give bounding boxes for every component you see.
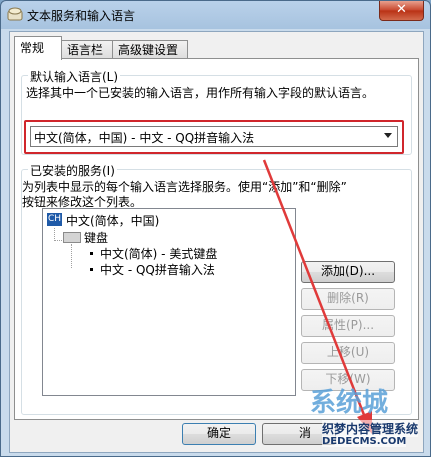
watermark-url: DEDECMS.COM [322, 436, 407, 447]
language-badge-icon: CH [47, 213, 62, 226]
title-bar[interactable]: 文本服务和输入语言 ✕ [1, 1, 430, 29]
properties-button[interactable]: 属性(P)... [301, 315, 395, 337]
watermark-logo: 系统城 [310, 388, 389, 418]
keyboard-app-icon [7, 7, 23, 21]
watermark-text: 织梦内容管理系统 [322, 420, 419, 437]
tree-item-service[interactable]: 中文 - QQ拼音输入法 [100, 261, 215, 278]
default-language-selected-value: 中文(简体，中国) - 中文 - QQ拼音输入法 [34, 131, 255, 145]
window-title: 文本服务和输入语言 [27, 9, 136, 23]
default-language-select[interactable]: 中文(简体，中国) - 中文 - QQ拼音输入法 [30, 126, 398, 147]
tab-language-bar[interactable]: 语言栏 [61, 40, 113, 59]
tree-item-service[interactable]: 中文(简体) - 美式键盘 [100, 245, 217, 262]
ok-button[interactable]: 确定 [182, 423, 256, 445]
installed-services-description-line1: 为列表中显示的每个输入语言选择服务。使用“添加”和“删除” [22, 180, 347, 194]
bullet-icon [90, 252, 93, 255]
tree-item-language[interactable]: 中文(简体，中国) [66, 212, 159, 229]
default-language-description: 选择其中一个已安装的输入语言，用作所有输入字段的默认语言。 [26, 86, 375, 100]
tab-advanced-key-settings[interactable]: 高级键设置 [112, 40, 188, 59]
tab-general[interactable]: 常规 [14, 36, 62, 60]
bullet-icon [90, 268, 93, 271]
default-language-group-title: 默认输入语言(L) [28, 68, 121, 85]
add-service-button[interactable]: 添加(D)... [301, 261, 395, 283]
tree-item-keyboard[interactable]: 键盘 [84, 229, 108, 246]
highlight-frame: 中文(简体，中国) - 中文 - QQ拼音输入法 [24, 120, 404, 154]
remove-service-button[interactable]: 删除(R) [301, 288, 395, 310]
chevron-down-icon[interactable] [384, 133, 392, 138]
tree-connector [71, 244, 72, 268]
installed-services-tree[interactable]: CH 中文(简体，中国) 键盘 中文(简体) - 美式键盘 中文 - QQ拼音输… [42, 208, 296, 396]
installed-services-group-title: 已安装的服务(I) [28, 162, 117, 179]
watermark: 系统城 织梦内容管理系统 DEDECMS.COM [300, 378, 431, 457]
close-button[interactable]: ✕ [379, 1, 424, 21]
keyboard-icon [63, 232, 81, 243]
move-up-button[interactable]: 上移(U) [301, 342, 395, 364]
